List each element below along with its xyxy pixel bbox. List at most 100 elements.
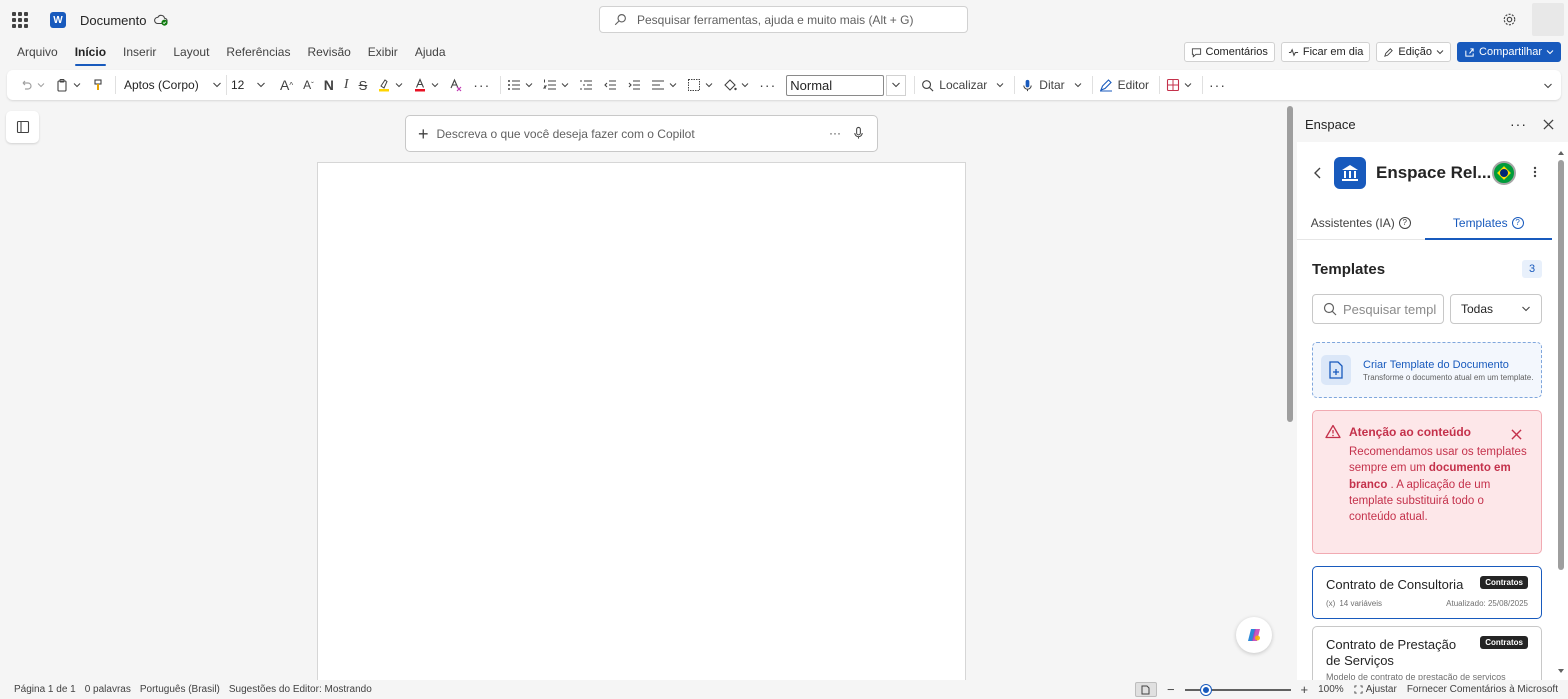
undo-button[interactable] xyxy=(19,78,45,92)
avatar[interactable] xyxy=(1532,3,1564,36)
close-icon[interactable] xyxy=(1511,429,1522,440)
document-page[interactable] xyxy=(317,162,966,692)
search-input[interactable]: Pesquisar ferramentas, ajuda e muito mai… xyxy=(599,6,968,33)
tab-assistentes[interactable]: Assistentes (IA) ? xyxy=(1297,206,1425,239)
find-button[interactable]: Localizar xyxy=(921,78,1004,92)
zoom-in-icon[interactable]: + xyxy=(1301,682,1309,697)
bullet-list-icon xyxy=(508,80,521,90)
scroll-up-arrow-icon[interactable] xyxy=(1557,150,1565,156)
comment-icon xyxy=(1191,47,1201,58)
menu-layout[interactable]: Layout xyxy=(173,40,209,66)
italic-button[interactable]: I xyxy=(344,77,349,93)
font-name-dropdown[interactable]: Aptos (Corpo) xyxy=(122,75,224,95)
font-color-button[interactable] xyxy=(413,78,439,92)
style-dropdown-button[interactable] xyxy=(886,74,907,96)
menu-inicio[interactable]: Início xyxy=(74,40,107,66)
more-commands-button[interactable]: ··· xyxy=(1209,77,1226,93)
menu-exibir[interactable]: Exibir xyxy=(368,40,398,66)
ribbon-collapse-chevron-icon[interactable] xyxy=(1543,81,1553,91)
more-paragraph-options-button[interactable]: ··· xyxy=(759,77,776,93)
language-indicator[interactable]: Português (Brasil) xyxy=(140,684,220,695)
zoom-slider[interactable] xyxy=(1184,684,1291,695)
document-scrollbar[interactable] xyxy=(1287,106,1293,422)
paste-button[interactable] xyxy=(55,78,81,92)
more-font-options-button[interactable]: ··· xyxy=(473,77,490,93)
gear-icon[interactable] xyxy=(1502,12,1517,27)
menu-arquivo[interactable]: Arquivo xyxy=(17,40,58,66)
increase-indent-icon xyxy=(628,80,641,90)
tab-assistentes-label: Assistentes (IA) xyxy=(1310,215,1395,230)
app-launcher-icon[interactable] xyxy=(12,12,28,28)
kebab-menu-icon[interactable] xyxy=(1533,166,1537,178)
catchup-button[interactable]: Ficar em dia xyxy=(1280,42,1371,62)
zoom-level[interactable]: 100% xyxy=(1318,684,1344,695)
back-chevron-icon[interactable] xyxy=(1313,167,1322,179)
fit-button[interactable]: Ajustar xyxy=(1354,684,1397,695)
bullets-button[interactable] xyxy=(507,78,533,92)
panel-scrollbar-thumb[interactable] xyxy=(1558,160,1564,570)
cloud-saved-icon[interactable] xyxy=(154,13,169,27)
menu-ajuda[interactable]: Ajuda xyxy=(415,40,446,66)
create-template-card[interactable]: Criar Template do Documento Transforme o… xyxy=(1312,342,1542,398)
copilot-button[interactable] xyxy=(1236,617,1272,653)
word-count[interactable]: 0 palavras xyxy=(85,684,131,695)
numbering-button[interactable] xyxy=(543,78,569,92)
clear-formatting-button[interactable] xyxy=(449,78,463,92)
chevron-down-icon xyxy=(1436,50,1444,55)
more-options-icon[interactable]: ··· xyxy=(829,126,841,140)
zoom-out-icon[interactable]: − xyxy=(1167,682,1175,697)
align-button[interactable] xyxy=(651,78,677,92)
help-icon[interactable]: ? xyxy=(1398,216,1411,229)
brazil-flag-icon[interactable] xyxy=(1492,161,1516,185)
help-icon[interactable]: ? xyxy=(1511,216,1524,229)
navigation-pane-button[interactable] xyxy=(6,111,39,143)
shading-button[interactable] xyxy=(723,78,749,92)
editor-suggestions[interactable]: Sugestões do Editor: Mostrando xyxy=(229,684,372,695)
editing-mode-button[interactable]: Edição xyxy=(1376,42,1452,62)
zoom-slider-thumb[interactable] xyxy=(1200,684,1211,695)
format-painter-button[interactable] xyxy=(91,78,105,92)
font-size-dropdown[interactable]: 12 xyxy=(226,75,270,95)
page-count[interactable]: Página 1 de 1 xyxy=(14,684,76,695)
microphone-icon[interactable] xyxy=(852,126,865,140)
plus-icon[interactable]: + xyxy=(418,125,429,143)
feedback-link[interactable]: Fornecer Comentários à Microsoft xyxy=(1407,684,1558,695)
template-variables-count: 14 variáveis xyxy=(1339,599,1383,608)
new-document-icon xyxy=(1321,355,1351,385)
template-card[interactable]: Contrato de Prestação de Serviços Contra… xyxy=(1312,626,1542,680)
panel-more-icon[interactable]: ··· xyxy=(1510,116,1527,132)
document-title[interactable]: Documento xyxy=(80,13,146,28)
highlight-button[interactable] xyxy=(377,78,403,92)
menu-inserir[interactable]: Inserir xyxy=(123,40,156,66)
category-filter-dropdown[interactable]: Todas xyxy=(1450,294,1542,324)
template-search-input[interactable]: Pesquisar templ xyxy=(1312,294,1444,324)
shrink-font-button[interactable]: Aˇ xyxy=(303,78,314,92)
multilevel-list-button[interactable] xyxy=(579,78,593,92)
grow-font-button[interactable]: A ^ xyxy=(280,77,293,93)
ribbon-divider xyxy=(115,76,116,94)
print-layout-button[interactable] xyxy=(1134,682,1157,697)
bold-button[interactable]: N xyxy=(324,77,334,93)
addins-button[interactable] xyxy=(1166,78,1192,92)
editor-button[interactable]: Editor xyxy=(1099,78,1149,92)
style-field[interactable]: Normal xyxy=(786,74,885,96)
search-icon xyxy=(614,14,626,26)
copilot-prompt-input[interactable]: + Descreva o que você deseja fazer com o… xyxy=(405,115,878,152)
chevron-down-icon xyxy=(1546,50,1554,55)
comments-button[interactable]: Comentários xyxy=(1183,42,1275,62)
clipboard-icon xyxy=(57,79,67,92)
decrease-indent-button[interactable] xyxy=(603,78,617,92)
borders-button[interactable] xyxy=(687,78,713,92)
close-icon[interactable] xyxy=(1543,118,1554,130)
share-button[interactable]: Compartilhar xyxy=(1457,42,1561,62)
strikethrough-button[interactable]: S xyxy=(359,78,368,93)
increase-indent-button[interactable] xyxy=(627,78,641,92)
panel-scrollbar[interactable] xyxy=(1557,150,1565,678)
dictate-button[interactable]: Ditar xyxy=(1021,78,1081,92)
scroll-down-arrow-icon[interactable] xyxy=(1557,668,1565,674)
tab-templates[interactable]: Templates ? xyxy=(1424,206,1553,240)
word-logo-icon[interactable]: W xyxy=(50,12,69,28)
template-card[interactable]: Contrato de Consultoria Contratos (x) 14… xyxy=(1312,566,1542,619)
menu-revisao[interactable]: Revisão xyxy=(307,40,350,66)
menu-referencias[interactable]: Referências xyxy=(226,40,290,66)
